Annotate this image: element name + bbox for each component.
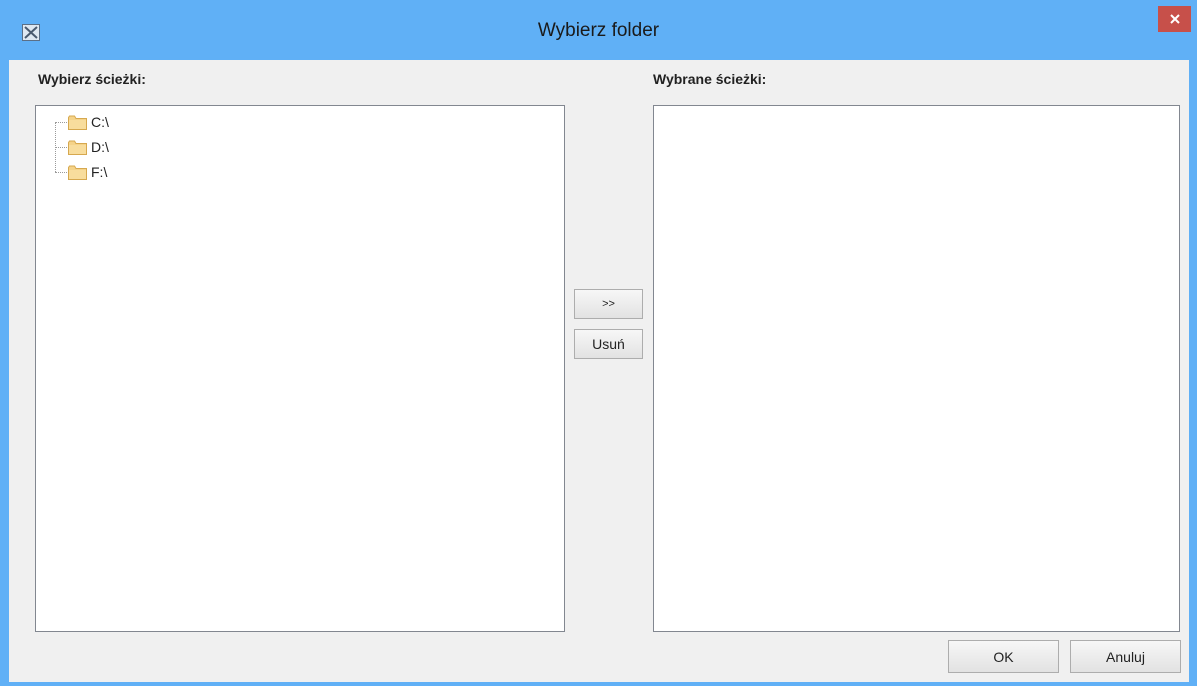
folder-icon xyxy=(68,165,87,180)
source-paths-label: Wybierz ścieżki: xyxy=(38,71,146,87)
folder-icon xyxy=(68,115,87,130)
dialog-window: Wybierz folder Wybierz ścieżki: C:\ D:\ … xyxy=(0,0,1197,686)
remove-path-button[interactable]: Usuń xyxy=(574,329,643,359)
ok-button[interactable]: OK xyxy=(948,640,1059,673)
folder-icon xyxy=(68,140,87,155)
tree-connector xyxy=(55,147,67,148)
tree-item-label: D:\ xyxy=(91,139,109,155)
dialog-body: Wybierz ścieżki: C:\ D:\ F:\ >> Usuń Wyb… xyxy=(9,60,1189,682)
tree-connector xyxy=(55,122,67,123)
tree-item-label: F:\ xyxy=(91,164,108,180)
title-bar[interactable]: Wybierz folder xyxy=(0,0,1197,60)
cancel-button[interactable]: Anuluj xyxy=(1070,640,1181,673)
selected-paths-list[interactable] xyxy=(653,105,1180,632)
tree-connector xyxy=(55,172,67,173)
selected-paths-label: Wybrane ścieżki: xyxy=(653,71,767,87)
close-button[interactable] xyxy=(1158,6,1191,32)
close-icon xyxy=(1169,14,1180,24)
tree-item-label: C:\ xyxy=(91,114,109,130)
add-path-button[interactable]: >> xyxy=(574,289,643,319)
window-title: Wybierz folder xyxy=(537,20,660,41)
folder-tree[interactable]: C:\ D:\ F:\ xyxy=(35,105,565,632)
